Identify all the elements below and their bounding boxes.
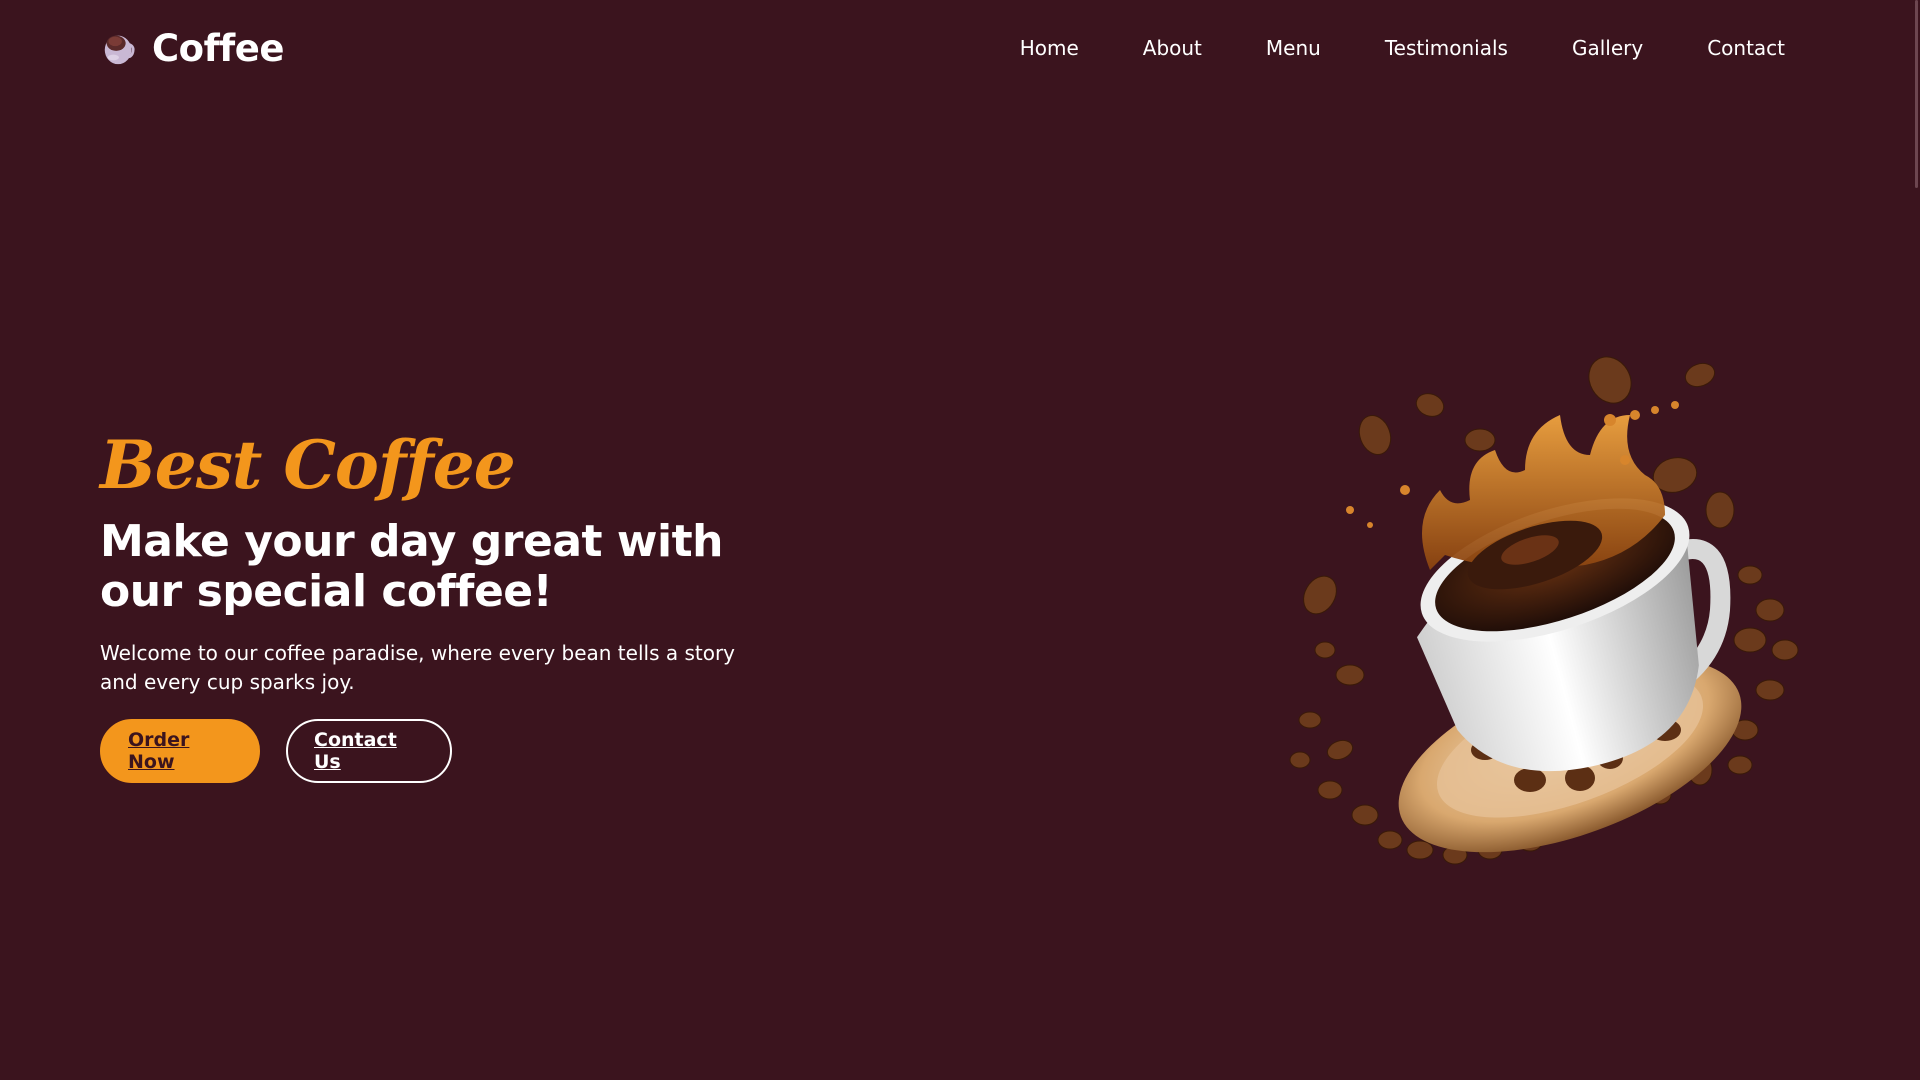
nav-link-gallery[interactable]: Gallery xyxy=(1572,36,1643,60)
nav-link-home[interactable]: Home xyxy=(1020,36,1079,60)
brand-name: Coffee xyxy=(152,26,284,70)
hero-section: Best Coffee Make your day great with our… xyxy=(100,425,760,783)
contact-us-button[interactable]: Contact Us xyxy=(286,719,452,783)
coffee-cup-icon xyxy=(104,35,135,65)
scrollbar-track[interactable] xyxy=(1914,0,1920,1080)
hero-title: Make your day great with our special cof… xyxy=(100,517,760,617)
nav-link-contact[interactable]: Contact xyxy=(1707,36,1785,60)
scrollbar-thumb[interactable] xyxy=(1915,0,1918,188)
coffee-splash-cup-image xyxy=(1289,356,1799,865)
hero-description: Welcome to our coffee paradise, where ev… xyxy=(100,641,736,694)
nav-link-about[interactable]: About xyxy=(1143,36,1202,60)
hero-buttons: Order Now Contact Us xyxy=(100,719,760,783)
hero-title-line2: our special coffee! xyxy=(100,566,553,617)
order-now-button[interactable]: Order Now xyxy=(100,719,260,783)
hero-subtitle: Best Coffee xyxy=(100,426,516,504)
navbar: Coffee Home About Menu Testimonials Gall… xyxy=(100,22,1785,74)
nav-link-menu[interactable]: Menu xyxy=(1266,36,1321,60)
nav-links: Home About Menu Testimonials Gallery Con… xyxy=(956,36,1785,60)
nav-link-testimonials[interactable]: Testimonials xyxy=(1385,36,1508,60)
brand-logo-link[interactable]: Coffee xyxy=(100,27,284,70)
hero-title-line1: Make your day great with xyxy=(100,516,723,567)
